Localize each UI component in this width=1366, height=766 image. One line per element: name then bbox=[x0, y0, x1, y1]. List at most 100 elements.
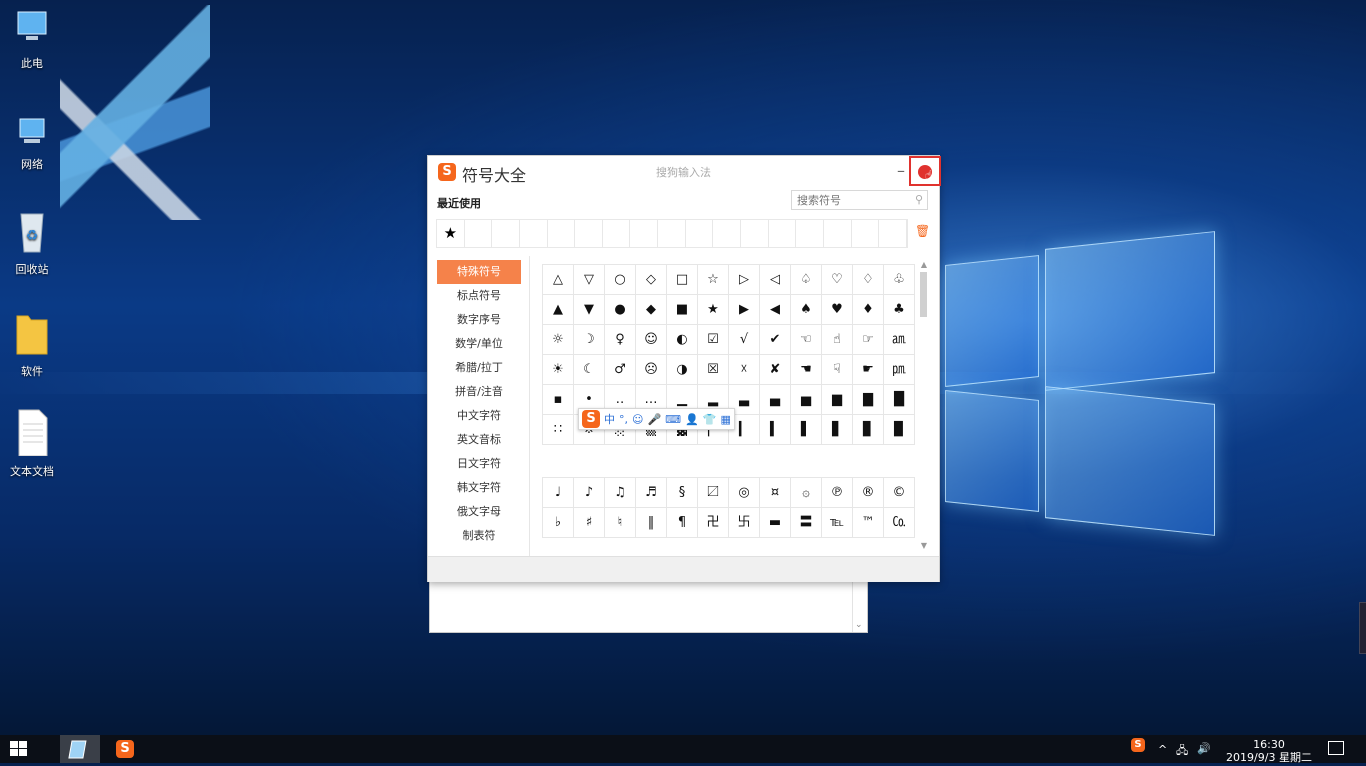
symbol-cell[interactable]: ℗ bbox=[822, 478, 853, 508]
symbol-cell[interactable]: ☺ bbox=[636, 325, 667, 355]
symbol-cell[interactable]: ▷ bbox=[729, 265, 760, 295]
symbol-cell[interactable]: 〓 bbox=[791, 508, 822, 538]
symbol-cell[interactable]: ★ bbox=[698, 295, 729, 325]
symbol-cell[interactable]: ▶ bbox=[729, 295, 760, 325]
recent-symbol-cell[interactable] bbox=[658, 220, 686, 247]
symbol-cell[interactable]: ◆ bbox=[636, 295, 667, 325]
symbol-search-box[interactable]: ⚲ bbox=[791, 190, 928, 210]
recent-symbol-cell[interactable] bbox=[852, 220, 880, 247]
symbol-cell[interactable]: ♩ bbox=[543, 478, 574, 508]
tray-sogou-icon[interactable]: S bbox=[1131, 738, 1145, 752]
chevron-down-icon[interactable]: ▼ bbox=[919, 541, 929, 550]
desktop-icon-recycle-bin[interactable]: ♻ 回收站 bbox=[0, 208, 64, 277]
category-item[interactable]: 拼音/注音 bbox=[437, 380, 521, 404]
symbol-cell[interactable]: ۞ bbox=[791, 478, 822, 508]
taskbar-clock[interactable]: 16:30 2019/9/3 星期二 bbox=[1224, 738, 1314, 764]
symbol-cell[interactable]: ☽ bbox=[574, 325, 605, 355]
symbol-cell[interactable]: ♭ bbox=[543, 508, 574, 538]
ime-toolbar-button[interactable]: °, bbox=[619, 413, 628, 426]
network-status-icon[interactable]: 🖧 bbox=[1176, 742, 1188, 761]
desktop-icon-folder[interactable]: 软件 bbox=[0, 308, 64, 379]
symbol-cell[interactable]: ㏇ bbox=[884, 508, 915, 538]
tray-expand-icon[interactable]: ^ bbox=[1158, 743, 1167, 756]
symbol-scrollbar[interactable]: ▲ ▼ bbox=[919, 260, 929, 550]
symbol-cell[interactable]: ☜ bbox=[791, 325, 822, 355]
recent-symbol-cell[interactable] bbox=[741, 220, 769, 247]
symbol-cell[interactable]: ♧ bbox=[884, 265, 915, 295]
ime-toolbar-button[interactable]: ⌨ bbox=[665, 413, 681, 426]
symbol-cell[interactable]: ♥ bbox=[822, 295, 853, 325]
recent-symbol-cell[interactable] bbox=[603, 220, 631, 247]
symbol-cell[interactable]: ◑ bbox=[667, 355, 698, 385]
recent-symbol-cell[interactable] bbox=[796, 220, 824, 247]
symbol-cell[interactable]: § bbox=[667, 478, 698, 508]
symbol-cell[interactable]: ¶ bbox=[667, 508, 698, 538]
category-item[interactable]: 标点符号 bbox=[437, 284, 521, 308]
symbol-cell[interactable]: ® bbox=[853, 478, 884, 508]
symbol-cell[interactable]: ♫ bbox=[605, 478, 636, 508]
symbol-cell[interactable]: ▽ bbox=[574, 265, 605, 295]
recent-symbol-cell[interactable] bbox=[769, 220, 797, 247]
recent-symbol-cell[interactable] bbox=[824, 220, 852, 247]
category-item[interactable]: 俄文字母 bbox=[437, 500, 521, 524]
symbol-cell[interactable]: ■ bbox=[667, 295, 698, 325]
symbol-cell[interactable]: ☛ bbox=[853, 355, 884, 385]
symbol-cell[interactable]: ☹ bbox=[636, 355, 667, 385]
symbol-cell[interactable]: △ bbox=[543, 265, 574, 295]
sogou-logo-icon[interactable]: S bbox=[582, 410, 600, 428]
symbol-cell[interactable]: ∷ bbox=[543, 415, 574, 445]
symbol-cell[interactable]: ♬ bbox=[636, 478, 667, 508]
ime-toolbar-button[interactable]: 👕 bbox=[703, 413, 717, 426]
ime-toolbar[interactable]: S 中 °, ☺ 🎤 ⌨ 👤 👕 ▦ bbox=[578, 408, 735, 430]
symbol-cell[interactable]: ☾ bbox=[574, 355, 605, 385]
symbol-cell[interactable]: ♦ bbox=[853, 295, 884, 325]
symbol-cell[interactable]: ☝ bbox=[822, 325, 853, 355]
recent-symbol-cell[interactable] bbox=[492, 220, 520, 247]
ime-toolbar-button[interactable]: ▦ bbox=[720, 413, 730, 426]
recent-symbol-cell[interactable] bbox=[548, 220, 576, 247]
category-item[interactable]: 韩文字符 bbox=[437, 476, 521, 500]
symbol-cell[interactable]: ♂ bbox=[605, 355, 636, 385]
symbol-cell[interactable]: ☚ bbox=[791, 355, 822, 385]
recent-symbol-cell[interactable] bbox=[575, 220, 603, 247]
category-item[interactable]: 中文字符 bbox=[437, 404, 521, 428]
chevron-up-icon[interactable]: ▲ bbox=[919, 260, 929, 269]
symbol-cell[interactable]: ☑ bbox=[698, 325, 729, 355]
symbol-cell[interactable]: ▆ bbox=[822, 385, 853, 415]
symbol-cell[interactable]: 卍 bbox=[698, 508, 729, 538]
symbol-cell[interactable]: □ bbox=[667, 265, 698, 295]
symbol-cell[interactable]: ♠ bbox=[791, 295, 822, 325]
category-item[interactable]: 日文字符 bbox=[437, 452, 521, 476]
recent-symbol-cell[interactable] bbox=[713, 220, 742, 247]
ime-toolbar-button[interactable]: ☺ bbox=[632, 413, 643, 426]
symbol-cell[interactable]: ▋ bbox=[822, 415, 853, 445]
symbol-cell[interactable]: ○ bbox=[605, 265, 636, 295]
symbol-cell[interactable]: ◁ bbox=[760, 265, 791, 295]
dialog-titlebar[interactable]: S 符号大全 搜狗输入法 – ☝ bbox=[428, 156, 941, 188]
symbol-cell[interactable]: ☟ bbox=[822, 355, 853, 385]
symbol-cell[interactable]: ◇ bbox=[636, 265, 667, 295]
scrollbar-thumb[interactable] bbox=[920, 272, 927, 317]
background-text-window[interactable]: ⌄ bbox=[429, 578, 868, 633]
symbol-cell[interactable]: ♢ bbox=[853, 265, 884, 295]
category-item[interactable]: 特殊符号 bbox=[437, 260, 521, 284]
symbol-cell[interactable]: ㏘ bbox=[884, 355, 915, 385]
desktop-icon-this-pc[interactable]: 此电 bbox=[0, 8, 64, 71]
recent-symbol-cell[interactable] bbox=[686, 220, 714, 247]
symbol-cell[interactable]: ▪ bbox=[543, 385, 574, 415]
symbol-cell[interactable]: ♤ bbox=[791, 265, 822, 295]
symbol-cell[interactable]: ✔ bbox=[760, 325, 791, 355]
symbol-cell[interactable]: ☒ bbox=[698, 355, 729, 385]
symbol-cell[interactable]: ☀ bbox=[543, 355, 574, 385]
taskbar-app-sogou[interactable]: S bbox=[116, 740, 134, 758]
symbol-cell[interactable]: ☓ bbox=[729, 355, 760, 385]
chevron-down-icon[interactable]: ⌄ bbox=[855, 620, 863, 630]
symbol-cell[interactable]: ▅ bbox=[791, 385, 822, 415]
symbol-cell[interactable]: ㏂ bbox=[884, 325, 915, 355]
category-item[interactable]: 英文音标 bbox=[437, 428, 521, 452]
category-item[interactable]: 制表符 bbox=[437, 524, 521, 548]
symbol-cell[interactable]: ◐ bbox=[667, 325, 698, 355]
close-button[interactable]: ☝ bbox=[909, 156, 941, 186]
desktop-icon-network[interactable]: 网络 bbox=[0, 115, 64, 172]
symbol-cell[interactable]: ✘ bbox=[760, 355, 791, 385]
